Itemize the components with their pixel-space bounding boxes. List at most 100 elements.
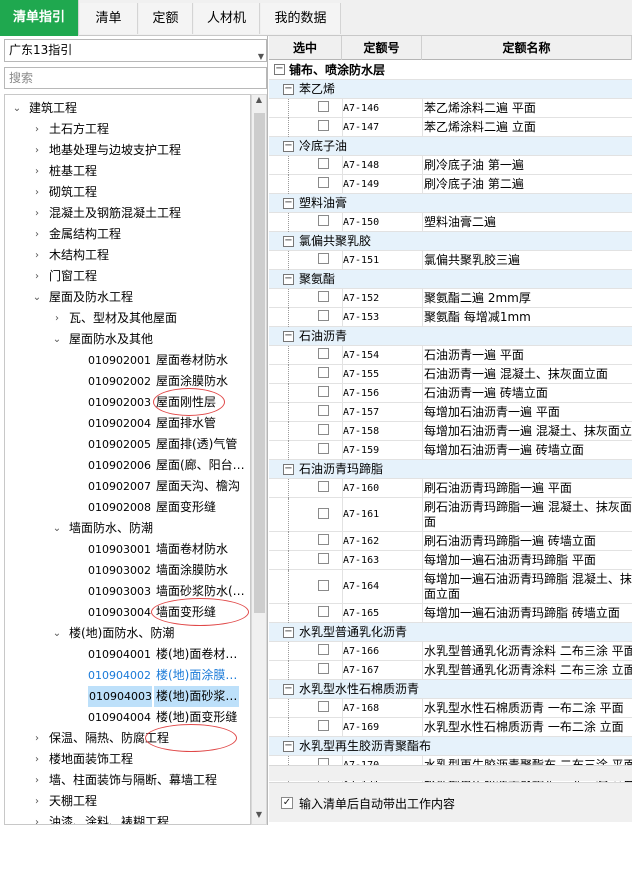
collapse-chevron-icon[interactable]: ⌄ — [31, 287, 43, 308]
expand-chevron-icon[interactable]: › — [31, 119, 43, 140]
expand-chevron-icon[interactable]: › — [31, 749, 43, 770]
grid-quota-row[interactable]: A7-169 水乳型水性石棉质沥青 一布二涂 立面 — [269, 718, 632, 737]
row-select-checkbox[interactable] — [318, 215, 329, 226]
row-select-checkbox[interactable] — [318, 443, 329, 454]
tab-bill-guide[interactable]: 清单指引 — [0, 0, 79, 36]
row-select-checkbox[interactable] — [318, 101, 329, 112]
collapse-chevron-icon[interactable]: ⌄ — [51, 518, 63, 539]
tree-node-l1[interactable]: › 砌筑工程 — [5, 182, 250, 203]
tree-node-l2[interactable]: ⌄ 楼(地)面防水、防潮 — [5, 623, 250, 644]
tree-leaf[interactable]: 010904002 楼(地)面涂膜… — [5, 665, 250, 686]
grid-quota-row[interactable]: A7-156 石油沥青一遍 砖墙立面 — [269, 384, 632, 403]
expand-chevron-icon[interactable]: › — [31, 770, 43, 791]
row-select-checkbox[interactable] — [318, 120, 329, 131]
grid-quota-row[interactable]: A7-151 氯偏共聚乳胶三遍 — [269, 251, 632, 270]
row-select-checkbox[interactable] — [318, 158, 329, 169]
grid-subgroup[interactable]: − 苯乙烯 — [269, 80, 632, 99]
tree-node-l1[interactable]: ⌄ 屋面及防水工程 — [5, 287, 250, 308]
collapse-chevron-icon[interactable]: ⌄ — [51, 329, 63, 350]
collapse-minus-icon[interactable]: − — [283, 464, 294, 475]
grid-quota-row[interactable]: A7-162 刷石油沥青玛蹄脂一遍 砖墙立面 — [269, 532, 632, 551]
grid-quota-row[interactable]: A7-168 水乳型水性石棉质沥青 一布二涂 平面 — [269, 699, 632, 718]
expand-chevron-icon[interactable]: › — [51, 308, 63, 329]
grid-quota-row[interactable]: A7-154 石油沥青一遍 平面 — [269, 346, 632, 365]
grid-quota-row[interactable]: A7-167 水乳型普通乳化沥青涂料 二布三涂 立面 — [269, 661, 632, 680]
collapse-minus-icon[interactable]: − — [283, 331, 294, 342]
tree-node-building[interactable]: ⌄ 建筑工程 — [5, 98, 250, 119]
collapse-minus-icon[interactable]: − — [283, 198, 294, 209]
grid-quota-row[interactable]: A7-163 每增加一遍石油沥青玛蹄脂 平面 — [269, 551, 632, 570]
tab-quota[interactable]: 定额 — [139, 3, 193, 34]
tree-node-l2[interactable]: › 瓦、型材及其他屋面 — [5, 308, 250, 329]
tree-node-l1[interactable]: › 地基处理与边坡支护工程 — [5, 140, 250, 161]
grid-quota-row[interactable]: A7-166 水乳型普通乳化沥青涂料 二布三涂 平面 — [269, 642, 632, 661]
row-select-checkbox[interactable] — [318, 367, 329, 378]
grid-quota-row[interactable]: A7-164 每增加一遍石油沥青玛蹄脂 混凝土、抹 面立面 — [269, 570, 632, 604]
row-select-checkbox[interactable] — [318, 701, 329, 712]
row-select-checkbox[interactable] — [318, 386, 329, 397]
collapse-minus-icon[interactable]: − — [283, 627, 294, 638]
expand-chevron-icon[interactable]: › — [31, 266, 43, 287]
collapse-minus-icon[interactable]: − — [283, 141, 294, 152]
collapse-chevron-icon[interactable]: ⌄ — [11, 98, 23, 119]
expand-chevron-icon[interactable]: › — [31, 791, 43, 812]
grid-quota-row[interactable]: A7-152 聚氨酯二遍 2mm厚 — [269, 289, 632, 308]
collapse-minus-icon[interactable]: − — [283, 84, 294, 95]
tab-bill[interactable]: 清单 — [80, 3, 138, 34]
tree-leaf[interactable]: 010902005 屋面排(透)气管 — [5, 434, 250, 455]
tree-leaf[interactable]: 010903004 墙面变形缝 — [5, 602, 250, 623]
tree-node-l1[interactable]: › 墙、柱面装饰与隔断、幕墙工程 — [5, 770, 250, 791]
tab-my-data[interactable]: 我的数据 — [261, 3, 341, 34]
tree-node-l1[interactable]: › 混凝土及钢筋混凝土工程 — [5, 203, 250, 224]
row-select-checkbox[interactable] — [318, 405, 329, 416]
grid-subgroup[interactable]: − 聚氨酯 — [269, 270, 632, 289]
dropdown-arrow-icon[interactable]: ▼ — [258, 46, 264, 67]
tree-leaf[interactable]: 010902004 屋面排水管 — [5, 413, 250, 434]
collapse-minus-icon[interactable]: − — [283, 741, 294, 752]
tree-leaf[interactable]: 010902006 屋面(廊、阳台… — [5, 455, 250, 476]
tree-leaf[interactable]: 010902008 屋面变形缝 — [5, 497, 250, 518]
scroll-down-icon[interactable]: ▼ — [252, 810, 266, 824]
grid-quota-row[interactable]: A7-149 刷冷底子油 第二遍 — [269, 175, 632, 194]
grid-quota-row[interactable]: A7-158 每增加石油沥青一遍 混凝土、抹灰面立 — [269, 422, 632, 441]
collapse-chevron-icon[interactable]: ⌄ — [51, 623, 63, 644]
expand-chevron-icon[interactable]: › — [31, 728, 43, 749]
grid-subgroup[interactable]: − 石油沥青 — [269, 327, 632, 346]
grid-quota-row[interactable]: A7-161 刷石油沥青玛蹄脂一遍 混凝土、抹灰面 面 — [269, 498, 632, 532]
grid-subgroup[interactable]: − 水乳型再生胶沥青聚酯布 — [269, 737, 632, 756]
row-select-checkbox[interactable] — [318, 253, 329, 264]
grid-quota-row[interactable]: A7-150 塑料油膏二遍 — [269, 213, 632, 232]
expand-chevron-icon[interactable]: › — [31, 812, 43, 824]
tree-node-l1[interactable]: › 保温、隔热、防腐工程 — [5, 728, 250, 749]
tree-node-l1[interactable]: › 土石方工程 — [5, 119, 250, 140]
tree-leaf[interactable]: 010902003 屋面刚性层 — [5, 392, 250, 413]
expand-chevron-icon[interactable]: › — [31, 182, 43, 203]
expand-chevron-icon[interactable]: › — [31, 140, 43, 161]
grid-group-top[interactable]: − 铺布、喷涂防水层 — [269, 60, 632, 80]
row-select-checkbox[interactable] — [318, 310, 329, 321]
grid-quota-row[interactable]: A7-153 聚氨酯 每增减1mm — [269, 308, 632, 327]
grid-quota-row[interactable]: A7-165 每增加一遍石油沥青玛蹄脂 砖墙立面 — [269, 604, 632, 623]
tree-node-l1[interactable]: › 木结构工程 — [5, 245, 250, 266]
auto-work-content-checkbox[interactable]: ✓ — [281, 797, 293, 809]
grid-subgroup[interactable]: − 氯偏共聚乳胶 — [269, 232, 632, 251]
header-select[interactable]: 选中 — [269, 36, 342, 60]
tree-node-l1[interactable]: › 楼地面装饰工程 — [5, 749, 250, 770]
collapse-minus-icon[interactable]: − — [283, 236, 294, 247]
expand-chevron-icon[interactable]: › — [31, 245, 43, 266]
collapse-minus-icon[interactable]: − — [283, 274, 294, 285]
tree-leaf[interactable]: 010904001 楼(地)面卷材… — [5, 644, 250, 665]
collapse-minus-icon[interactable]: − — [274, 64, 285, 75]
grid-subgroup[interactable]: − 冷底子油 — [269, 137, 632, 156]
grid-subgroup[interactable]: − 水乳型普通乳化沥青 — [269, 623, 632, 642]
collapse-minus-icon[interactable]: − — [283, 684, 294, 695]
row-select-checkbox[interactable] — [318, 291, 329, 302]
grid-quota-row[interactable]: A7-148 刷冷底子油 第一遍 — [269, 156, 632, 175]
grid-subgroup[interactable]: − 水乳型水性石棉质沥青 — [269, 680, 632, 699]
header-quota-name[interactable]: 定额名称 — [422, 36, 632, 60]
grid-quota-row[interactable]: A7-159 每增加石油沥青一遍 砖墙立面 — [269, 441, 632, 460]
tree-leaf[interactable]: 010904003 楼(地)面砂浆… — [5, 686, 250, 707]
tree-node-l1[interactable]: › 油漆、涂料、裱糊工程 — [5, 812, 250, 824]
row-select-checkbox[interactable] — [318, 424, 329, 435]
grid-quota-row[interactable]: A7-157 每增加石油沥青一遍 平面 — [269, 403, 632, 422]
